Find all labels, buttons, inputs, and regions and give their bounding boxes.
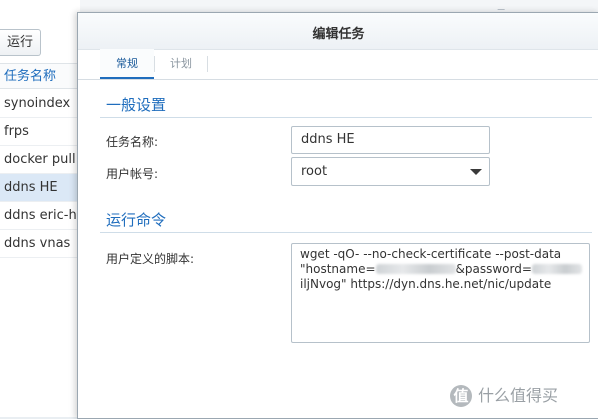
task-row[interactable]: ddns eric-ho — [0, 202, 80, 230]
run-command-heading: 运行命令 — [106, 211, 167, 229]
watermark-text: 什么值得买 — [478, 386, 559, 405]
script-line: iljNvog" https://dyn.dns.he.net/nic/upda… — [300, 277, 552, 291]
watermark: 值 什么值得买 — [450, 385, 590, 409]
redacted-hostname — [375, 264, 456, 274]
watermark-logo-icon: 值 — [450, 385, 472, 407]
user-account-label: 用户帐号: — [106, 167, 159, 181]
edit-task-dialog: 编辑任务 常规 计划 一般设置 任务名称: ddns HE 用户帐号: root… — [77, 12, 598, 419]
dialog-title: 编辑任务 — [312, 27, 365, 42]
script-line: wget -qO- --no-check-certificate --post-… — [300, 247, 562, 261]
task-name-input[interactable]: ddns HE — [291, 126, 490, 154]
section-divider — [100, 232, 592, 233]
section-divider — [100, 117, 592, 118]
task-row[interactable]: docker pull — [0, 146, 80, 174]
run-button[interactable]: 运行 — [0, 29, 41, 56]
user-account-select[interactable]: root — [291, 157, 490, 186]
dialog-tabs: 常规 计划 — [78, 49, 598, 80]
tab-divider — [207, 56, 208, 72]
task-scheduler-window: 运行 任务名称 synoindex frps docker pull ddns … — [0, 0, 80, 417]
task-row[interactable]: synoindex — [0, 90, 80, 118]
script-text: &password= — [455, 262, 532, 276]
task-row[interactable]: frps — [0, 118, 80, 146]
task-row-selected[interactable]: ddns HE — [0, 174, 80, 202]
chevron-down-icon[interactable] — [470, 169, 482, 175]
task-row[interactable]: ddns vnas — [0, 230, 80, 258]
user-script-label: 用户定义的脚本: — [106, 252, 195, 266]
user-script-textarea[interactable]: wget -qO- --no-check-certificate --post-… — [291, 243, 590, 343]
dialog-titlebar[interactable]: 编辑任务 — [78, 13, 598, 50]
general-settings-heading: 一般设置 — [106, 96, 167, 114]
redacted-password — [531, 264, 582, 274]
task-name-column-header[interactable]: 任务名称 — [0, 63, 80, 89]
tab-schedule[interactable]: 计划 — [155, 49, 207, 79]
task-name-label: 任务名称: — [106, 135, 159, 149]
script-line: "hostname= &password= — [300, 262, 582, 277]
user-account-value: root — [301, 164, 328, 179]
script-text: "hostname= — [300, 262, 376, 276]
tab-general[interactable]: 常规 — [100, 49, 154, 79]
